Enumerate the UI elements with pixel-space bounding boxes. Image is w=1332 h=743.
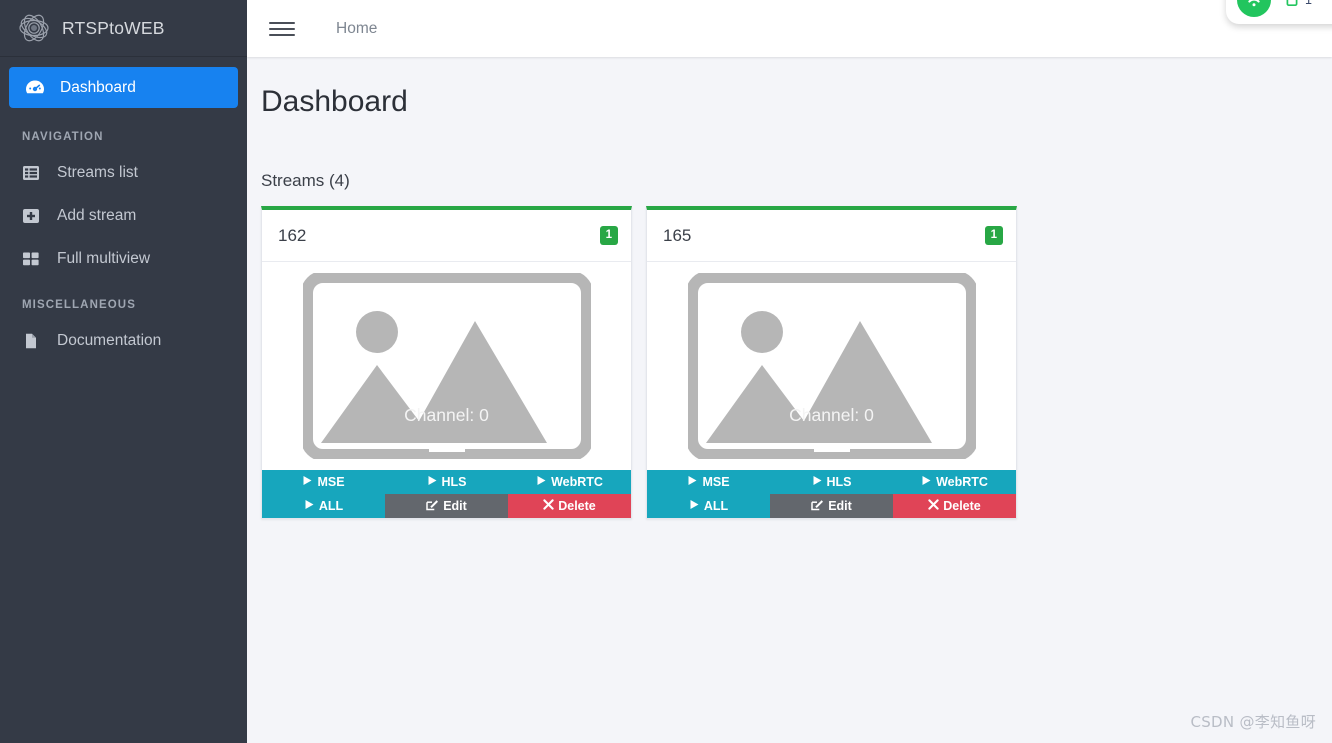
mse-button-label: MSE: [702, 475, 730, 489]
webrtc-button-label: WebRTC: [936, 475, 988, 489]
sidebar-item-documentation[interactable]: Documentation: [0, 319, 247, 362]
hls-button[interactable]: HLS: [770, 470, 893, 494]
mobile-device-icon: [1286, 0, 1298, 12]
atom-spiral-icon: [14, 8, 54, 48]
stream-card-actions: MSE HLS WebRTC ALL Edit Delete: [647, 470, 1016, 518]
play-icon: [304, 499, 315, 513]
device-count: 1: [1305, 0, 1312, 7]
brand-header[interactable]: RTSPtoWEB: [0, 0, 247, 57]
breadcrumb[interactable]: Home: [336, 20, 377, 38]
pencil-square-icon: [811, 498, 824, 514]
channel-caption: Channel: 0: [789, 405, 874, 425]
delete-button[interactable]: Delete: [508, 494, 631, 518]
delete-button-label: Delete: [558, 499, 596, 513]
content-area: Dashboard Streams (4) 162 1 Channel: 0 M…: [247, 57, 1332, 743]
device-status: 1: [1286, 0, 1312, 12]
mse-button[interactable]: MSE: [647, 470, 770, 494]
sidebar-section-heading-navigation: NAVIGATION: [22, 131, 104, 143]
x-cross-icon: [928, 499, 939, 513]
watermark: CSDN @李知鱼呀: [1190, 713, 1316, 731]
sidebar: RTSPtoWEB Dashboard NAVIGATION Streams l…: [0, 0, 247, 743]
main-area: Home 1 Dashboard Streams (4) 162 1 Chann…: [247, 0, 1332, 743]
stream-card-title: 162: [278, 225, 307, 245]
webrtc-button[interactable]: WebRTC: [893, 470, 1016, 494]
sidebar-item-label: Streams list: [57, 163, 138, 181]
stream-card[interactable]: 162 1 Channel: 0 MSE HLS WebRTC ALL Edit…: [261, 206, 632, 519]
hls-button-label: HLS: [441, 475, 467, 489]
sidebar-item-label: Dashboard: [60, 78, 136, 96]
stream-card-title: 165: [663, 225, 692, 245]
caption-underline: [428, 449, 465, 452]
file-document-icon: [22, 331, 44, 351]
list-table-icon: [22, 163, 44, 183]
play-icon: [302, 475, 313, 489]
status-badge: 1: [599, 226, 618, 245]
status-pill[interactable]: 1: [1226, 0, 1332, 24]
webrtc-button[interactable]: WebRTC: [508, 470, 631, 494]
play-icon: [812, 475, 823, 489]
stream-card-header: 165 1: [647, 210, 1016, 262]
sidebar-item-label: Add stream: [57, 206, 137, 224]
tachometer-icon: [25, 79, 47, 97]
pencil-square-icon: [426, 498, 439, 514]
sidebar-item-label: Documentation: [57, 331, 162, 349]
channel-caption: Channel: 0: [404, 405, 489, 425]
sidebar-item-label: Full multiview: [57, 249, 151, 267]
edit-button-label: Edit: [828, 499, 852, 513]
hamburger-icon[interactable]: [269, 18, 295, 40]
sidebar-item-full-multiview[interactable]: Full multiview: [0, 237, 247, 280]
streams-count-label: Streams (4): [261, 171, 350, 190]
stream-card-header: 162 1: [262, 210, 631, 262]
play-icon: [689, 499, 700, 513]
sidebar-item-streams-list[interactable]: Streams list: [0, 151, 247, 194]
hls-button-label: HLS: [826, 475, 852, 489]
stream-preview[interactable]: Channel: 0: [262, 262, 631, 470]
status-badge: 1: [984, 226, 1003, 245]
sidebar-item-add-stream[interactable]: Add stream: [0, 194, 247, 237]
sidebar-section-heading-miscellaneous: MISCELLANEOUS: [22, 299, 136, 311]
wifi-icon: [1237, 0, 1271, 17]
app-root: RTSPtoWEB Dashboard NAVIGATION Streams l…: [0, 0, 1332, 743]
webrtc-button-label: WebRTC: [551, 475, 603, 489]
play-icon: [427, 475, 438, 489]
all-button-label: ALL: [318, 499, 344, 513]
broken-image-icon: Channel: 0: [300, 271, 593, 461]
all-button[interactable]: ALL: [647, 494, 770, 518]
page-title: Dashboard: [261, 85, 408, 118]
delete-button-label: Delete: [943, 499, 981, 513]
x-cross-icon: [543, 499, 554, 513]
play-icon: [687, 475, 698, 489]
stream-card-actions: MSE HLS WebRTC ALL Edit Delete: [262, 470, 631, 518]
plus-square-icon: [22, 206, 44, 226]
brand-name: RTSPtoWEB: [62, 17, 165, 38]
sidebar-active-wrap: Dashboard: [0, 57, 247, 112]
sidebar-item-dashboard[interactable]: Dashboard: [9, 67, 238, 108]
stream-card[interactable]: 165 1 Channel: 0 MSE HLS WebRTC ALL Edit…: [646, 206, 1017, 519]
play-icon: [536, 475, 547, 489]
caption-underline: [813, 449, 850, 452]
hls-button[interactable]: HLS: [385, 470, 508, 494]
mse-button[interactable]: MSE: [262, 470, 385, 494]
mse-button-label: MSE: [317, 475, 345, 489]
play-icon: [921, 475, 932, 489]
edit-button[interactable]: Edit: [385, 494, 508, 518]
all-button[interactable]: ALL: [262, 494, 385, 518]
delete-button[interactable]: Delete: [893, 494, 1016, 518]
stream-preview[interactable]: Channel: 0: [647, 262, 1016, 470]
edit-button[interactable]: Edit: [770, 494, 893, 518]
topbar: Home 1: [247, 0, 1332, 57]
all-button-label: ALL: [703, 499, 729, 513]
broken-image-icon: Channel: 0: [685, 271, 978, 461]
edit-button-label: Edit: [443, 499, 467, 513]
grid-squares-icon: [22, 249, 44, 269]
stream-cards-container: 162 1 Channel: 0 MSE HLS WebRTC ALL Edit…: [247, 206, 1332, 519]
